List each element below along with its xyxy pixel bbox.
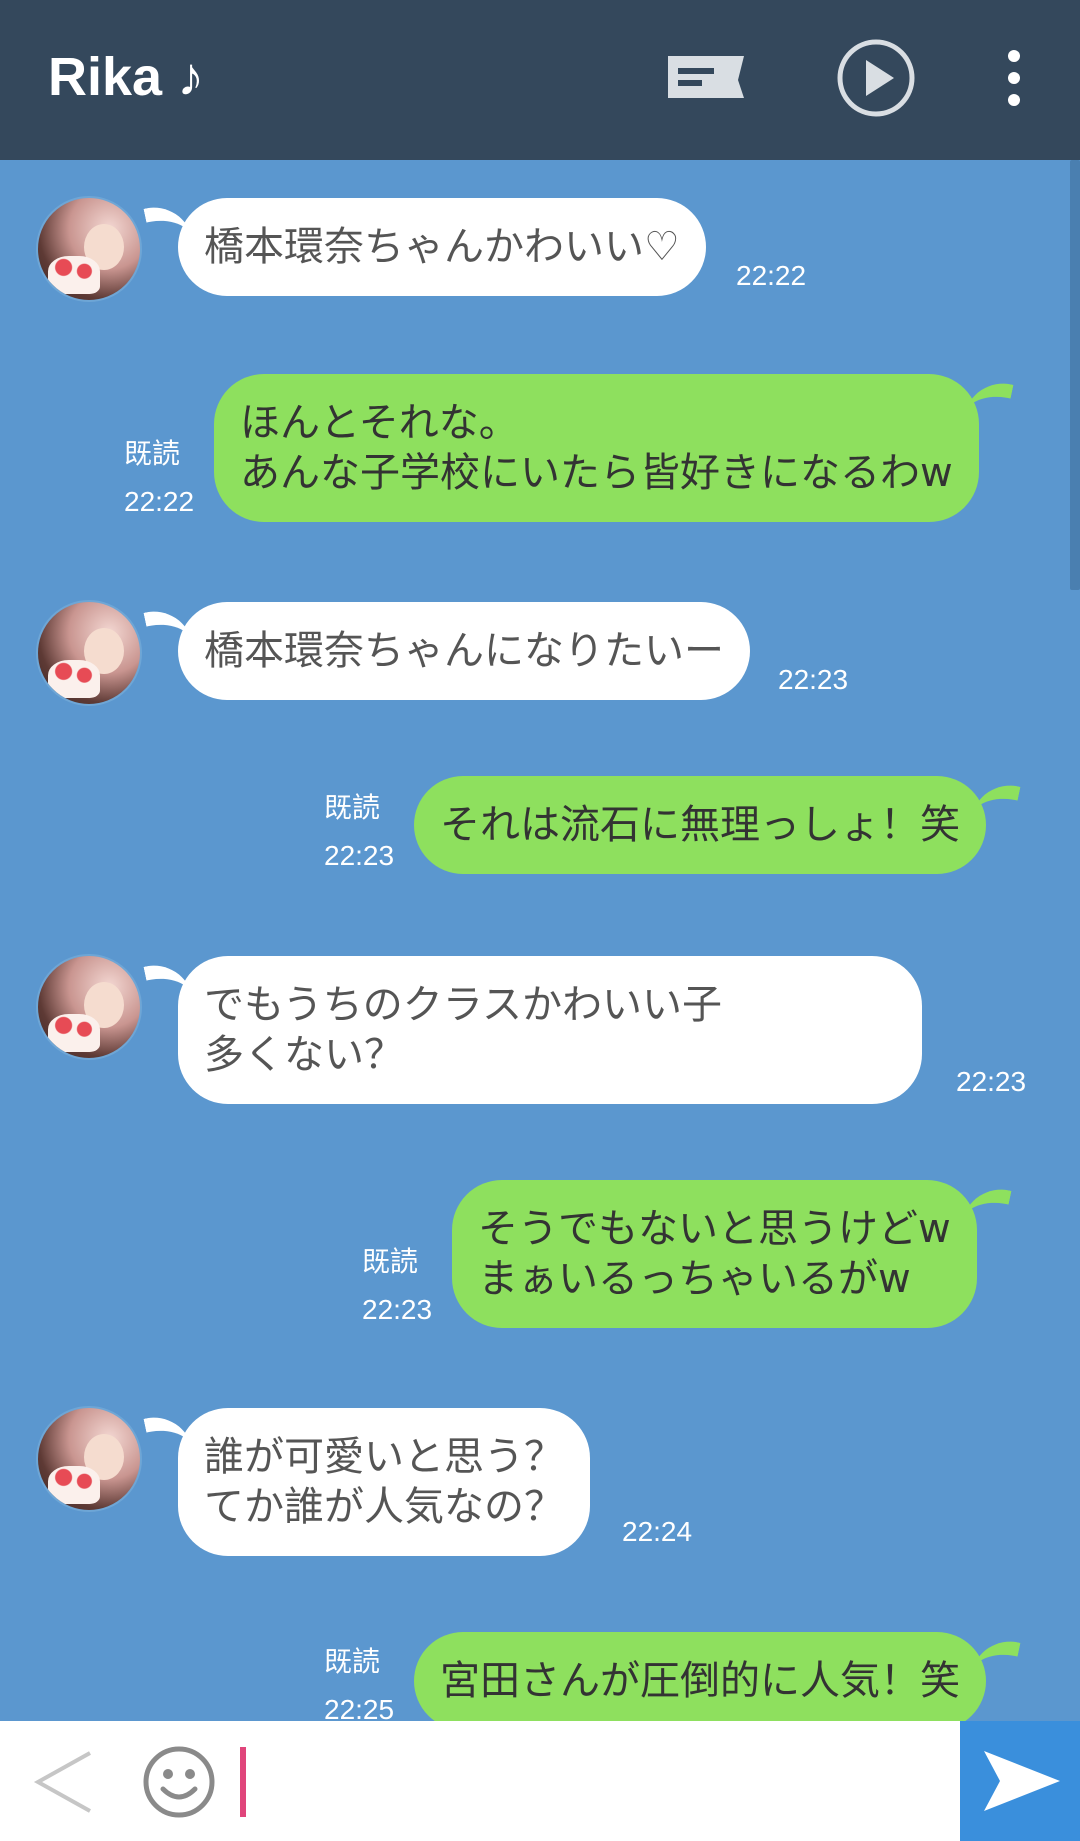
read-receipt: 既読 bbox=[124, 437, 181, 470]
scrollbar[interactable] bbox=[1070, 160, 1080, 590]
message-text: 誰が可愛いと思う？ bbox=[204, 1434, 564, 1480]
message-time: 22:23 bbox=[956, 1066, 1027, 1097]
message-text: まぁいるっちゃいるがw bbox=[478, 1256, 911, 1302]
message-bubble-outgoing[interactable]: ほんとそれな。 あんな子学校にいたら皆好きになるわw bbox=[214, 374, 979, 522]
chevron-left-icon[interactable] bbox=[28, 1747, 98, 1817]
message-time: 22:23 bbox=[362, 1294, 433, 1325]
message-bubble-outgoing[interactable]: 宮田さんが圧倒的に人気！笑 bbox=[414, 1632, 986, 1721]
read-receipt: 既読 bbox=[324, 791, 381, 824]
message-text: 橋本環奈ちゃんになりたいー bbox=[204, 628, 724, 674]
message-time: 22:22 bbox=[124, 486, 195, 517]
message-text: でもうちのクラスかわいい子 bbox=[204, 982, 722, 1028]
message-bubble-outgoing[interactable]: そうでもないと思うけどw まぁいるっちゃいるがw bbox=[452, 1180, 977, 1328]
message-text: それは流石に無理っしょ！笑 bbox=[440, 802, 960, 848]
message-bubble-incoming[interactable]: でもうちのクラスかわいい子 多くない？ bbox=[178, 956, 922, 1104]
message-text: ほんとそれな。 bbox=[240, 400, 519, 446]
avatar[interactable] bbox=[36, 600, 142, 706]
message-bubble-outgoing[interactable]: それは流石に無理っしょ！笑 bbox=[414, 776, 986, 874]
message-input[interactable] bbox=[236, 1741, 946, 1821]
chat-title: Rika ♪ bbox=[48, 47, 205, 107]
more-vertical-icon[interactable] bbox=[1000, 48, 1028, 108]
send-button[interactable] bbox=[960, 1721, 1080, 1841]
avatar[interactable] bbox=[36, 196, 142, 302]
notes-icon[interactable] bbox=[664, 50, 748, 104]
message-time: 22:25 bbox=[324, 1694, 395, 1721]
message-bubble-incoming[interactable]: 橋本環奈ちゃんになりたいー bbox=[178, 602, 750, 700]
avatar[interactable] bbox=[36, 1406, 142, 1512]
message-text: 多くない？ bbox=[204, 1032, 404, 1078]
send-icon bbox=[984, 1751, 1060, 1811]
emoji-icon[interactable] bbox=[142, 1745, 216, 1819]
read-receipt: 既読 bbox=[362, 1245, 419, 1278]
message-text: そうでもないと思うけどw bbox=[478, 1206, 951, 1252]
message-time: 22:22 bbox=[736, 260, 807, 291]
message-time: 22:23 bbox=[324, 840, 395, 871]
message-bubble-incoming[interactable]: 橋本環奈ちゃんかわいい♡ bbox=[178, 198, 706, 296]
play-icon[interactable] bbox=[836, 38, 916, 118]
message-bubble-incoming[interactable]: 誰が可愛いと思う？ てか誰が人気なの？ bbox=[178, 1408, 590, 1556]
message-text: あんな子学校にいたら皆好きになるわw bbox=[240, 450, 953, 496]
message-time: 22:23 bbox=[778, 664, 849, 695]
message-text: 橋本環奈ちゃんかわいい♡ bbox=[204, 224, 680, 270]
read-receipt: 既読 bbox=[324, 1645, 381, 1678]
message-text: てか誰が人気なの？ bbox=[204, 1484, 564, 1530]
chat-header: Rika ♪ bbox=[0, 0, 1080, 160]
message-input-bar bbox=[0, 1721, 1080, 1841]
avatar[interactable] bbox=[36, 954, 142, 1060]
message-time: 22:24 bbox=[622, 1516, 693, 1547]
message-text: 宮田さんが圧倒的に人気！笑 bbox=[440, 1658, 960, 1704]
chat-area[interactable]: 橋本環奈ちゃんかわいい♡ 22:22 既読 22:22 ほんとそれな。 あんな子… bbox=[0, 160, 1080, 1721]
